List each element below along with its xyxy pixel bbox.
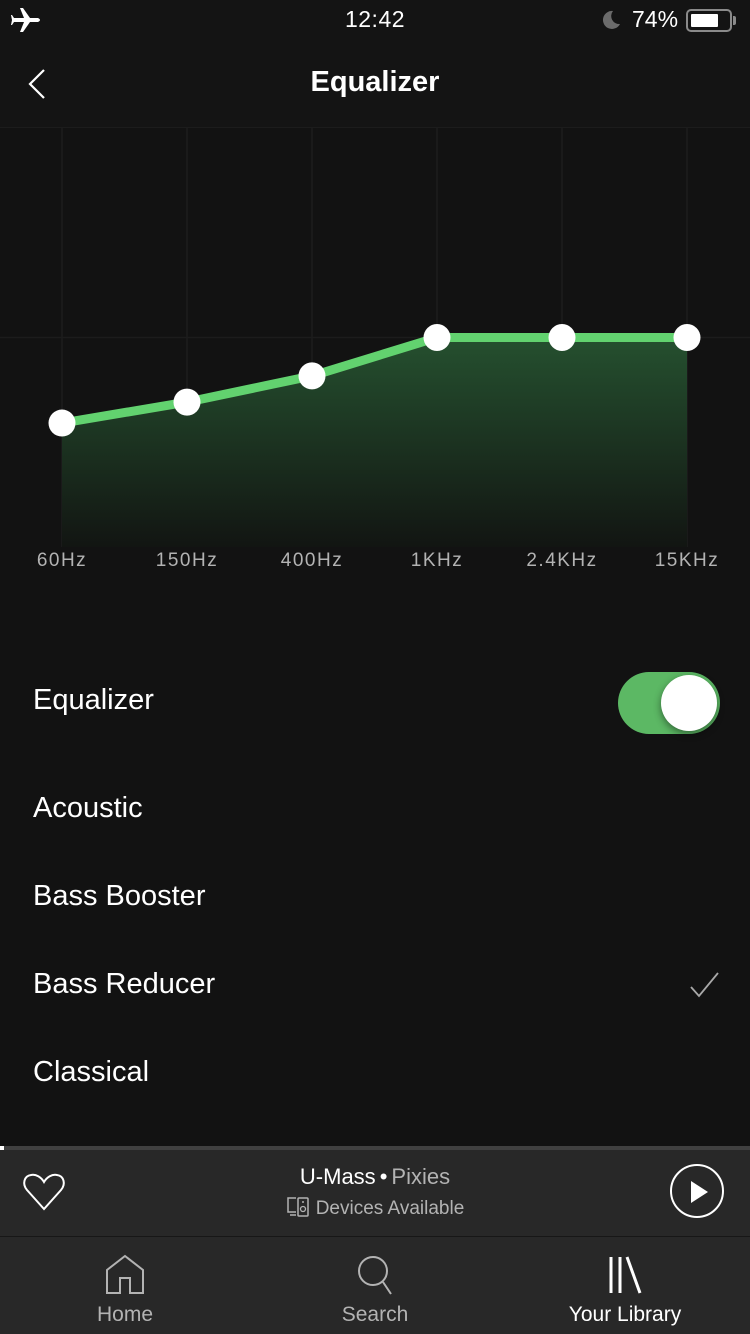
preset-bass-booster[interactable]: Bass Booster — [0, 854, 750, 942]
battery-level — [691, 14, 718, 27]
equalizer-graph[interactable] — [0, 128, 750, 548]
search-icon — [358, 1256, 392, 1295]
x-tick-label: 2.4KHz — [526, 550, 598, 571]
eq-band-handle-150hz[interactable] — [173, 388, 201, 416]
tab-bar: Home Search Your Library — [0, 1236, 750, 1334]
eq-band-handle-60hz[interactable] — [48, 409, 76, 437]
battery-percentage: 74% — [632, 6, 679, 32]
eq-band-handle-15khz[interactable] — [673, 324, 701, 351]
checkmark-icon — [690, 972, 719, 998]
moon-icon — [602, 10, 620, 29]
track-title: U-Mass — [299, 1164, 376, 1189]
eq-band-handle-400hz[interactable] — [298, 362, 326, 390]
track-separator: • — [379, 1164, 388, 1189]
tab-home[interactable]: Home — [0, 1237, 250, 1334]
eq-area-fill — [62, 337, 687, 547]
page-title: Equalizer — [310, 66, 440, 98]
track-artist: Pixies — [391, 1164, 451, 1189]
play-button[interactable] — [670, 1164, 724, 1218]
equalizer-toggle-label: Equalizer — [33, 684, 154, 716]
preset-acoustic[interactable]: Acoustic — [0, 766, 750, 854]
x-tick-label: 15KHz — [654, 550, 720, 571]
battery-nub — [733, 16, 736, 25]
preset-label: Acoustic — [33, 792, 143, 824]
preset-label: Bass Booster — [33, 880, 206, 912]
x-tick-label: 400Hz — [280, 550, 344, 571]
battery-icon — [686, 9, 732, 32]
devices-available[interactable]: Devices Available — [0, 1196, 750, 1220]
tab-your-library[interactable]: Your Library — [500, 1237, 750, 1334]
devices-icon — [286, 1197, 309, 1217]
x-tick-label: 150Hz — [155, 550, 219, 571]
equalizer-toggle-row: Equalizer — [0, 658, 750, 746]
toggle-knob[interactable] — [661, 675, 717, 731]
home-icon — [106, 1254, 144, 1294]
equalizer-chart[interactable]: 60Hz 150Hz 400Hz 1KHz 2.4KHz 15KHz — [0, 128, 750, 588]
track-info[interactable]: U-Mass • Pixies — [0, 1164, 750, 1190]
preset-bass-reducer[interactable]: Bass Reducer — [0, 942, 750, 1030]
eq-band-handle-2-4khz[interactable] — [548, 324, 576, 351]
nav-header: Equalizer — [0, 40, 750, 128]
play-icon — [691, 1181, 708, 1203]
library-icon — [609, 1256, 642, 1294]
now-playing-bar[interactable]: U-Mass • Pixies Devices Available — [0, 1146, 750, 1236]
equalizer-toggle-switch[interactable] — [618, 672, 720, 734]
playback-progress-bar — [0, 1146, 750, 1150]
tab-search[interactable]: Search — [250, 1237, 500, 1334]
tab-label: Home — [96, 1303, 154, 1326]
devices-label: Devices Available — [315, 1198, 465, 1219]
status-bar: 12:42 74% — [0, 0, 750, 40]
preset-label: Classical — [33, 1056, 150, 1088]
preset-label: Bass Reducer — [33, 968, 216, 1000]
tab-label: Your Library — [568, 1303, 682, 1326]
x-tick-label: 60Hz — [36, 550, 88, 571]
x-tick-label: 1KHz — [410, 550, 464, 571]
tab-label: Search — [341, 1303, 409, 1326]
playback-progress-fill — [0, 1146, 4, 1150]
eq-band-handle-1khz[interactable] — [423, 324, 451, 351]
preset-classical[interactable]: Classical — [0, 1030, 750, 1118]
